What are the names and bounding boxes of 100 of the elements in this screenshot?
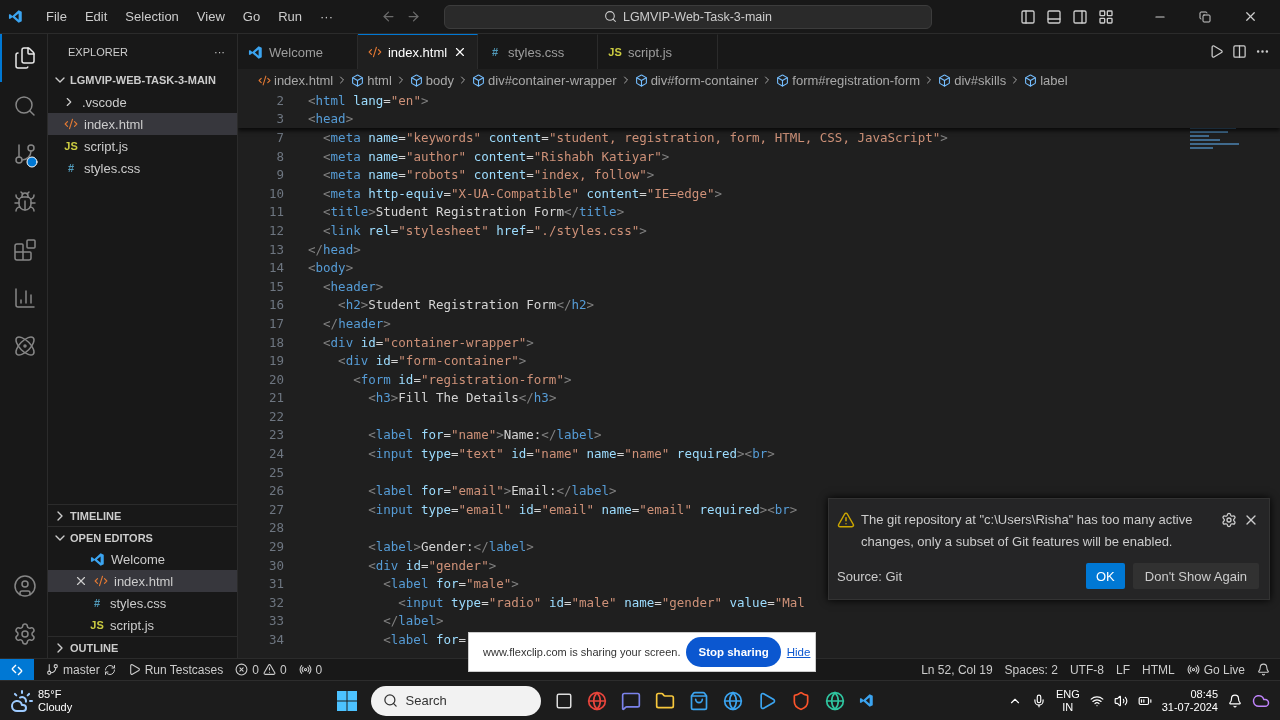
folder-header[interactable]: LGMVIP-WEB-TASK-3-MAIN	[48, 69, 237, 91]
explorer-row[interactable]: index.html	[48, 113, 237, 135]
open-editor-item[interactable]: index.html	[48, 570, 237, 592]
notification-icon[interactable]	[1228, 693, 1242, 708]
timeline-header[interactable]: TIMELINE	[48, 504, 237, 526]
code-icon	[258, 73, 271, 87]
sync-icon[interactable]	[103, 663, 116, 676]
line-number: 11	[267, 204, 284, 220]
code-line: <input type="radio" id="male" name="gender" value="Mal	[397, 594, 805, 610]
line-number: 17	[267, 315, 284, 331]
breadcrumb-item[interactable]: label	[1024, 72, 1068, 88]
status-item[interactable]: LF	[1115, 662, 1130, 677]
line-number: 3	[275, 111, 284, 127]
status-item[interactable]: HTML	[1141, 662, 1175, 677]
code-line: <label for="male">	[382, 576, 519, 592]
code-line: <meta name="author" content="Rishabh Katiyar">	[322, 148, 670, 164]
settings-icon[interactable]	[1221, 512, 1237, 528]
ports-count[interactable]: 0	[315, 662, 323, 677]
branch-name[interactable]: master	[63, 662, 100, 677]
more-menu[interactable]: ···	[313, 5, 340, 28]
menu-item[interactable]: Run	[271, 5, 309, 28]
breadcrumb-label[interactable]: body	[425, 72, 454, 88]
menu-item[interactable]: Selection	[118, 5, 186, 28]
explorer-row[interactable]: .vscode	[48, 91, 237, 113]
task-view-icon[interactable]	[554, 691, 573, 710]
open-editor-item[interactable]: Welcome	[48, 548, 237, 570]
windows-start-icon[interactable]	[336, 690, 357, 711]
stop-sharing-button[interactable]: Stop sharing	[686, 637, 781, 667]
line-number: 7	[275, 130, 284, 145]
open-editor-item[interactable]: # styles.css	[48, 592, 237, 614]
explorer-row[interactable]: JS script.js	[48, 135, 237, 157]
command-search-field[interactable]: LGMVIP-Web-Task-3-main	[444, 4, 932, 29]
branch-icon	[12, 142, 37, 166]
open-editors-header[interactable]: OPEN EDITORS	[48, 526, 237, 548]
code-line: <label for=	[382, 632, 467, 647]
taskbar-search-field[interactable]: Search	[370, 685, 541, 716]
menu-item[interactable]: File	[39, 5, 74, 28]
ok-button[interactable]: OK	[1086, 563, 1125, 589]
region-indicator[interactable]: IN	[1062, 700, 1074, 714]
code-line: </head>	[308, 241, 361, 257]
clock-time[interactable]: 08:45	[1190, 687, 1218, 701]
microphone-icon[interactable]	[1031, 693, 1046, 708]
line-number: 10	[267, 185, 284, 201]
search-icon	[382, 693, 398, 708]
wifi-icon[interactable]	[1089, 693, 1104, 708]
menu-item[interactable]: Go	[235, 5, 268, 28]
breadcrumb-label[interactable]: label	[1040, 72, 1068, 88]
code-line: <h3>Fill The Details</h3>	[367, 390, 557, 406]
menu-item[interactable]: Edit	[77, 5, 115, 28]
bar-chart-icon	[12, 286, 37, 310]
more-actions-button[interactable]: ···	[214, 45, 225, 58]
line-number: 23	[267, 427, 284, 443]
remote-button[interactable]	[0, 658, 34, 681]
split-editor-icon[interactable]	[1232, 44, 1247, 59]
breadcrumb-item[interactable]: body	[409, 72, 454, 88]
globe-icon[interactable]	[722, 690, 743, 711]
hide-link[interactable]: Hide	[786, 646, 811, 658]
code-line: <title>Student Registration Form</title>	[322, 204, 625, 220]
editor-tab[interactable]: index.html	[358, 34, 478, 69]
blocks-icon	[12, 238, 37, 262]
status-item[interactable]: Ln 52, Col 19	[921, 662, 993, 677]
volume-icon[interactable]	[1113, 693, 1128, 708]
dismiss-button[interactable]: Don't Show Again	[1132, 563, 1259, 589]
close-icon[interactable]	[453, 45, 467, 59]
error-count[interactable]: 0	[252, 662, 259, 677]
code-line: <label for="name">Name:</label>	[367, 427, 602, 443]
breadcrumb-item[interactable]: div#skills	[938, 72, 1007, 88]
ribbon-logo-icon	[90, 551, 105, 567]
line-number: 22	[267, 408, 284, 424]
bell-icon[interactable]	[1257, 663, 1270, 676]
cube-icon	[472, 73, 485, 87]
menu-item[interactable]: View	[189, 5, 232, 28]
warning-count[interactable]: 0	[279, 662, 287, 677]
line-number: 16	[267, 297, 284, 313]
code-line: <input type="text" id="name" name="name" required><br>	[367, 446, 775, 462]
clock-date[interactable]: 31-07-2024	[1161, 700, 1218, 714]
close-icon[interactable]	[74, 574, 88, 588]
status-item[interactable]: Spaces: 2	[1004, 662, 1058, 677]
breadcrumb-label[interactable]: html	[367, 72, 392, 88]
status-item[interactable]: UTF-8	[1069, 662, 1104, 677]
explorer-row[interactable]: # styles.css	[48, 157, 237, 179]
breadcrumb-item[interactable]: index.html	[258, 72, 334, 88]
breadcrumb-label[interactable]: index.html	[274, 72, 334, 88]
folder-icon[interactable]	[654, 690, 675, 711]
cube-icon	[351, 73, 365, 87]
js-icon: JS	[608, 46, 622, 58]
go-live-button[interactable]: Go Live	[1203, 662, 1245, 677]
run-testcases-button[interactable]: Run Testcases	[144, 662, 224, 677]
notification-source: Source: Git	[837, 568, 904, 584]
ribbon-logo-icon	[858, 693, 874, 708]
files-icon	[12, 46, 37, 70]
breadcrumb-label[interactable]: div#skills	[954, 72, 1007, 88]
cube-icon	[1024, 73, 1038, 87]
breadcrumb-item[interactable]: html	[351, 72, 392, 88]
line-number: 29	[267, 539, 284, 555]
run-icon[interactable]	[1209, 44, 1224, 59]
language-indicator[interactable]: ENG	[1055, 687, 1080, 701]
branch-icon	[46, 663, 59, 676]
open-editor-item[interactable]: JS script.js	[48, 614, 237, 636]
clock-badge-icon	[25, 156, 38, 168]
